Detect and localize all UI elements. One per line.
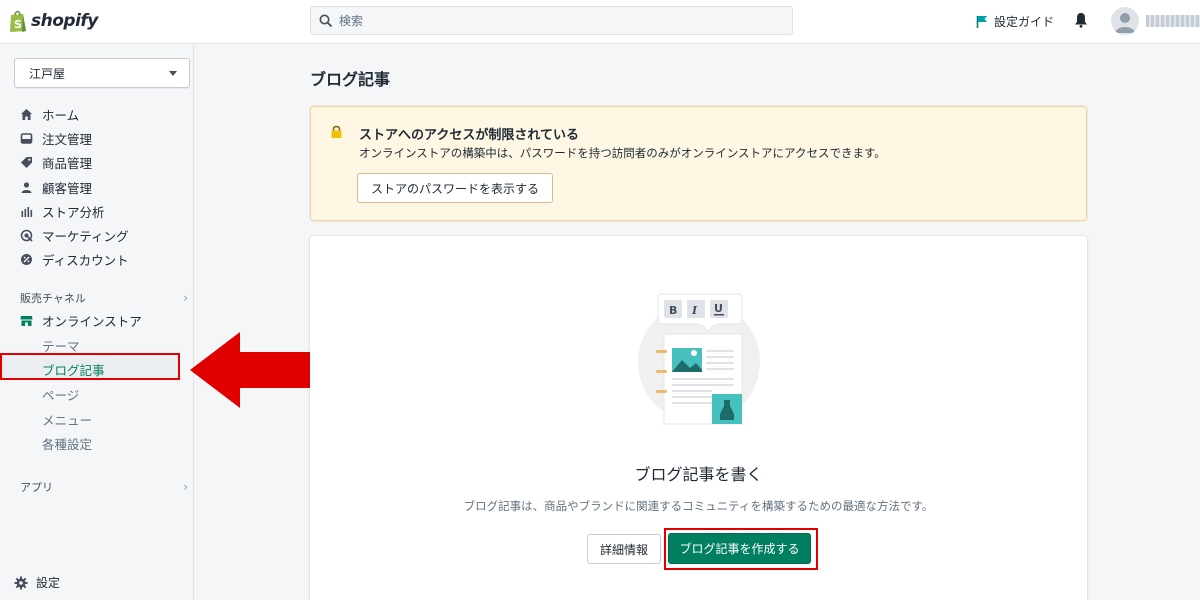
svg-text:I: I: [691, 304, 698, 317]
empty-state-card: B I U ブログ記事を書く ブログ記事は、商品やブランドに関連するコミュニティ…: [310, 236, 1087, 600]
sidebar-item-orders[interactable]: 注文管理: [0, 126, 194, 150]
caret-down-icon: [169, 70, 177, 76]
sidebar-item-label: マーケティング: [42, 229, 129, 245]
apps-header[interactable]: アプリ ›: [20, 479, 188, 495]
gear-icon: [14, 576, 28, 589]
sidebar-item-label: 商品管理: [42, 156, 93, 172]
chevron-right-icon[interactable]: ›: [183, 480, 188, 494]
sales-channels-header[interactable]: 販売チャネル ›: [20, 290, 188, 306]
customer-icon: [20, 181, 33, 194]
account-name-blurred[interactable]: [1146, 15, 1200, 27]
user-avatar-icon: [1115, 13, 1135, 33]
chevron-right-icon[interactable]: ›: [183, 291, 188, 305]
sidebar-subitem-pages[interactable]: ページ: [42, 385, 79, 404]
logo-text: shopify: [31, 11, 98, 31]
marketing-icon: [20, 229, 33, 242]
sidebar-item-customers[interactable]: 顧客管理: [0, 175, 194, 199]
banner-title: ストアへのアクセスが制限されている: [359, 128, 579, 143]
sidebar: 江戸屋 ホーム 注文管理 商品管理 顧客管理 ストア分析 マーケティング ディス…: [0, 44, 194, 600]
setup-guide-label: 設定ガイド: [994, 15, 1055, 29]
search-input[interactable]: [339, 13, 759, 28]
tag-icon: [20, 156, 33, 169]
sidebar-subitem-themes[interactable]: テーマ: [42, 336, 80, 355]
sidebar-subitem-navigation[interactable]: メニュー: [42, 410, 92, 429]
learn-more-button[interactable]: 詳細情報: [587, 534, 662, 564]
sidebar-item-online-store[interactable]: オンラインストア: [0, 308, 194, 332]
home-icon: [20, 108, 33, 121]
sidebar-item-label: ストア分析: [42, 204, 105, 220]
svg-text:U: U: [714, 302, 723, 315]
top-bar: S shopify 設定ガイド: [0, 0, 1200, 44]
sidebar-subitem-blog-posts[interactable]: ブログ記事: [42, 360, 105, 379]
search-bar[interactable]: [310, 6, 793, 35]
svg-text:S: S: [14, 18, 22, 31]
orders-icon: [20, 132, 33, 145]
store-name: 江戸屋: [29, 66, 66, 81]
main-nav: ホーム 注文管理 商品管理 顧客管理 ストア分析 マーケティング ディスカウント: [0, 102, 194, 272]
sidebar-item-home[interactable]: ホーム: [0, 102, 194, 126]
sidebar-item-label: 注文管理: [42, 131, 93, 147]
analytics-icon: [20, 205, 33, 218]
create-blog-post-button[interactable]: ブログ記事を作成する: [668, 533, 811, 564]
empty-state-description: ブログ記事は、商品やブランドに関連するコミュニティを構築するための最適な方法です…: [463, 499, 934, 513]
store-selector[interactable]: 江戸屋: [14, 58, 190, 88]
apps-label: アプリ: [20, 481, 53, 494]
avatar[interactable]: [1111, 7, 1139, 35]
sales-channels-label: 販売チャネル: [20, 292, 86, 305]
notification-button[interactable]: [1074, 12, 1088, 32]
sidebar-item-label: ディスカウント: [42, 253, 129, 269]
bell-icon: [1075, 13, 1087, 28]
settings-label: 設定: [36, 576, 61, 590]
shopify-logo[interactable]: S shopify: [8, 9, 98, 33]
setup-guide-link[interactable]: 設定ガイド: [976, 13, 1054, 30]
sidebar-item-products[interactable]: 商品管理: [0, 151, 194, 175]
sidebar-item-label: オンラインストア: [42, 313, 142, 329]
store-icon: [20, 314, 33, 327]
page-title: ブログ記事: [310, 70, 391, 89]
empty-state-title: ブログ記事を書く: [634, 465, 763, 484]
access-restricted-banner: ストアへのアクセスが制限されている オンラインストアの構築中は、パスワードを持つ…: [310, 106, 1087, 221]
flag-icon: [976, 16, 987, 28]
show-store-password-button[interactable]: ストアのパスワードを表示する: [357, 173, 554, 203]
discount-icon: [20, 253, 33, 266]
shopify-bag-icon: S: [10, 10, 26, 32]
banner-text: オンラインストアの構築中は、パスワードを持つ訪問者のみがオンラインストアにアクセ…: [359, 146, 886, 160]
sidebar-item-discounts[interactable]: ディスカウント: [0, 248, 194, 272]
sidebar-item-label: 顧客管理: [42, 180, 93, 196]
sidebar-item-analytics[interactable]: ストア分析: [0, 199, 194, 223]
lock-icon: [331, 125, 342, 138]
sidebar-item-marketing[interactable]: マーケティング: [0, 223, 194, 247]
search-icon: [319, 14, 333, 27]
sidebar-item-settings[interactable]: 設定: [14, 574, 60, 591]
sidebar-subitem-preferences[interactable]: 各種設定: [42, 434, 92, 453]
sidebar-item-label: ホーム: [42, 107, 80, 123]
svg-text:B: B: [669, 304, 677, 317]
blog-post-illustration: B I U: [638, 293, 760, 425]
